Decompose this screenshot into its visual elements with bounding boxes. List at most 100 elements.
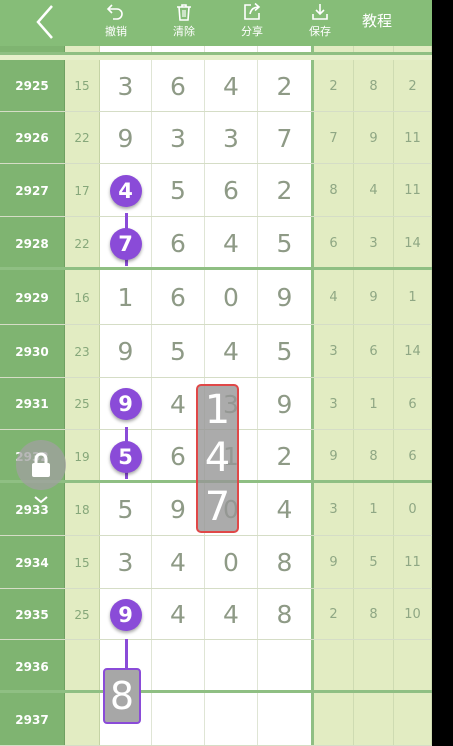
digit-cell[interactable]: 7 (258, 112, 314, 164)
digit-cell[interactable]: 5 (258, 217, 314, 270)
marked-digit[interactable]: 9 (109, 388, 142, 420)
marked-digit[interactable]: 5 (109, 440, 142, 473)
digit-cell[interactable]: 3 (100, 60, 152, 112)
digit-cell[interactable]: 4 (205, 589, 258, 640)
digit-cell[interactable]: 3 (100, 536, 152, 589)
digit-value: 4 (170, 548, 186, 577)
stat-value: 6 (394, 430, 432, 483)
digit-cell[interactable]: 4 (205, 217, 258, 270)
digit-value: 5 (170, 337, 186, 366)
marked-digit[interactable]: 9 (109, 598, 142, 631)
digit-value: 5 (276, 229, 293, 258)
digit-cell[interactable]: 6 (205, 164, 258, 217)
stat-value: 11 (394, 536, 432, 589)
digit-cell[interactable]: 9 (100, 378, 152, 430)
digit-cell[interactable]: 3 (205, 112, 258, 164)
candidate-picker[interactable]: 1 4 7 (196, 384, 239, 533)
lock-button[interactable] (16, 440, 66, 490)
back-icon[interactable] (28, 2, 68, 42)
digit-cell[interactable]: 8 (258, 536, 314, 589)
stat-value: 11 (394, 112, 432, 164)
digit-cell[interactable]: 9 (258, 270, 314, 325)
stat-value: 10 (394, 589, 432, 640)
digit-value: 2 (276, 176, 293, 205)
marked-digit[interactable]: 7 (109, 227, 142, 260)
digit-cell[interactable]: 5 (152, 325, 205, 378)
digit-cell[interactable] (258, 640, 314, 693)
entry-cell-selected[interactable]: 8 (103, 668, 141, 724)
table-row: 2937 (0, 693, 432, 746)
share-button[interactable]: 分享 (226, 2, 278, 39)
chevron-down-icon[interactable] (34, 496, 48, 504)
issue-number: 2931 (0, 378, 65, 430)
digit-value: 5 (276, 337, 293, 366)
digit-cell[interactable]: 4 (258, 483, 314, 536)
digit-cell[interactable]: 8 (258, 589, 314, 640)
clear-button[interactable]: 清除 (158, 2, 210, 39)
digit-cell[interactable]: 6 (152, 60, 205, 112)
stat-value: 2 (394, 60, 432, 112)
tutorial-button[interactable]: 教程 (362, 10, 392, 31)
digit-value: 4 (170, 600, 186, 629)
table-row: 2935 25 9 4 4 8 2 8 10 (0, 589, 432, 640)
digit-cell[interactable]: 5 (258, 325, 314, 378)
digit-cell[interactable]: 6 (152, 217, 205, 270)
table-row: 2926 22 9 3 3 7 7 9 11 (0, 112, 432, 164)
candidate-digit[interactable]: 7 (205, 485, 230, 529)
digit-value: 9 (276, 283, 293, 312)
candidate-digit[interactable]: 1 (205, 388, 230, 432)
digit-value: 8 (276, 548, 293, 577)
entry-value: 8 (109, 674, 135, 718)
digit-cell[interactable]: 2 (258, 60, 314, 112)
stat-value: 1 (394, 270, 432, 325)
digit-cell[interactable] (205, 640, 258, 693)
digit-cell[interactable]: 4 (205, 60, 258, 112)
digit-cell[interactable] (205, 693, 258, 746)
undo-button[interactable]: 撤销 (90, 2, 142, 39)
sum-value (65, 640, 100, 693)
issue-number: 2929 (0, 270, 65, 325)
digit-cell[interactable] (152, 640, 205, 693)
digit-cell[interactable] (152, 693, 205, 746)
sum-value: 15 (65, 60, 100, 112)
digit-cell[interactable]: 2 (258, 430, 314, 483)
table-row: 2925 15 3 6 4 2 2 8 2 (0, 60, 432, 112)
sum-value: 17 (65, 164, 100, 217)
digit-cell[interactable]: 9 (100, 325, 152, 378)
save-button[interactable]: 保存 (294, 2, 346, 39)
sum-value: 25 (65, 589, 100, 640)
stat-value: 5 (354, 536, 394, 589)
digit-cell[interactable]: 0 (205, 270, 258, 325)
digit-cell[interactable] (258, 693, 314, 746)
lottery-trend-screen: 2924918003722925153642282292622933779112… (0, 0, 432, 746)
digit-cell[interactable]: 1 (100, 270, 152, 325)
digit-value: 6 (170, 283, 186, 312)
sum-value: 22 (65, 217, 100, 270)
digit-cell[interactable]: 3 (152, 112, 205, 164)
digit-cell[interactable]: 0 (205, 536, 258, 589)
digit-cell[interactable]: 4 (205, 325, 258, 378)
digit-cell[interactable]: 4 (100, 164, 152, 217)
stat-value: 8 (354, 60, 394, 112)
digit-cell[interactable]: 4 (152, 589, 205, 640)
stat-value: 6 (394, 378, 432, 430)
digit-cell[interactable]: 4 (152, 536, 205, 589)
candidate-digit[interactable]: 4 (205, 436, 230, 480)
stat-value: 9 (354, 270, 394, 325)
digit-value: 3 (117, 548, 134, 577)
digit-value: 6 (170, 229, 186, 258)
digit-cell[interactable]: 9 (100, 112, 152, 164)
stat-value: 1 (354, 483, 394, 536)
stat-value: 7 (314, 112, 354, 164)
digit-cell[interactable]: 6 (152, 270, 205, 325)
digit-cell[interactable]: 9 (258, 378, 314, 430)
digit-cell[interactable]: 5 (100, 483, 152, 536)
digit-cell[interactable]: 9 (100, 589, 152, 640)
digit-cell[interactable]: 5 (152, 164, 205, 217)
marked-digit[interactable]: 4 (109, 174, 142, 207)
digit-cell[interactable]: 2 (258, 164, 314, 217)
table-row: 2934 15 3 4 0 8 9 5 11 (0, 536, 432, 589)
stat-value: 8 (314, 164, 354, 217)
sum-value: 25 (65, 378, 100, 430)
stat-value: 6 (314, 217, 354, 270)
